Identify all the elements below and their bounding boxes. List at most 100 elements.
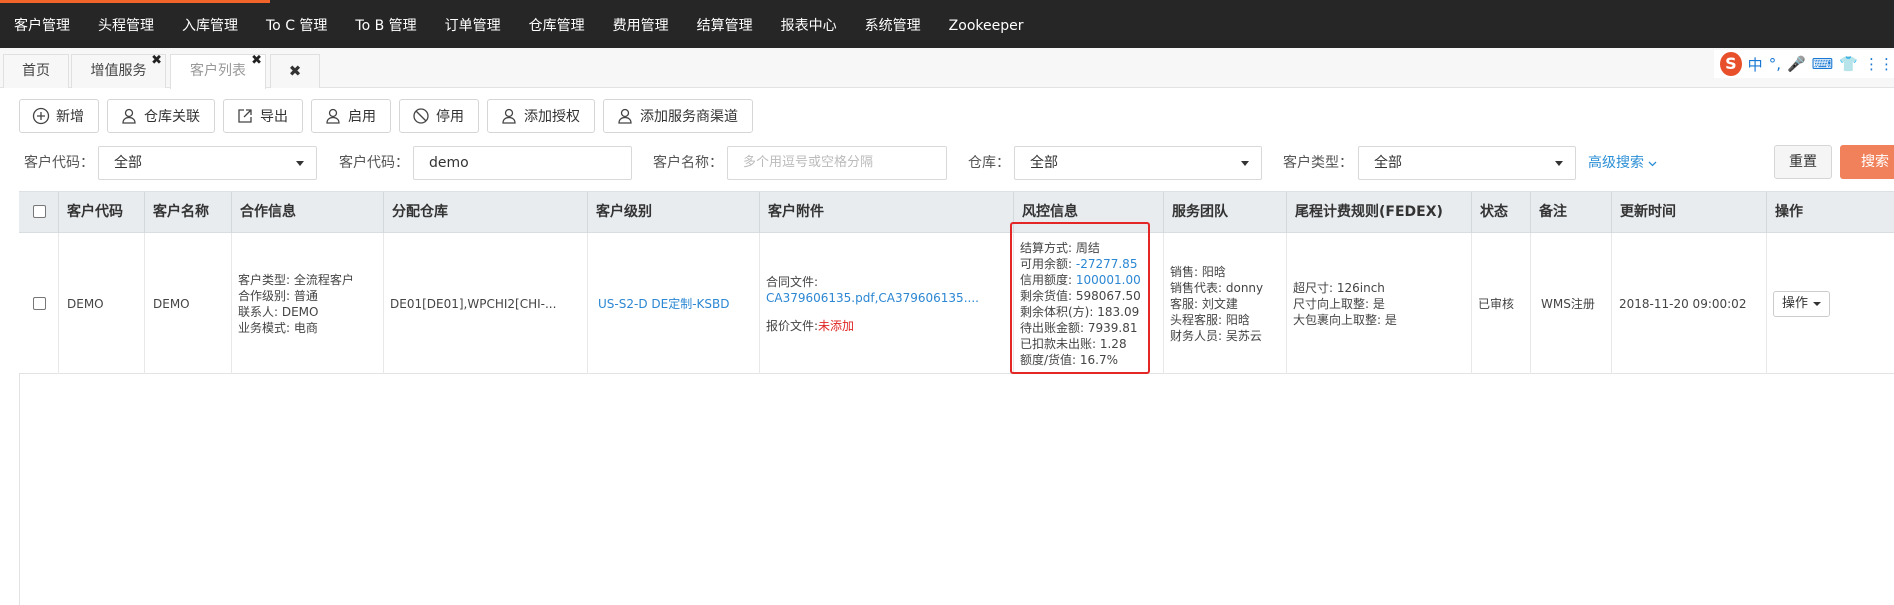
- risk-deducted: 已扣款未出账: 1.28: [1020, 336, 1127, 351]
- header-risk[interactable]: 风控信息: [1014, 192, 1164, 233]
- header-name[interactable]: 客户名称: [145, 192, 232, 233]
- risk-ratio: 额度/货值: 16.7%: [1020, 352, 1119, 367]
- ban-icon: [413, 108, 429, 124]
- team-cs: 客服: 刘文建: [1170, 296, 1238, 311]
- nav-item-1[interactable]: 头程管理: [84, 0, 168, 48]
- header-status[interactable]: 状态: [1472, 192, 1531, 233]
- add-auth-button[interactable]: 添加授权: [487, 99, 595, 133]
- plus-circle-icon: [32, 107, 50, 125]
- row-actions-dropdown[interactable]: 操作: [1773, 290, 1831, 317]
- cell-code-text: DEMO: [67, 296, 104, 311]
- cell-warehouse-text: DE01[DE01],WPCHI2[CHI-...: [390, 296, 557, 311]
- cell-name: DEMO: [145, 233, 232, 374]
- team-sales-rep: 销售代表: donny: [1170, 280, 1264, 295]
- advanced-search-link[interactable]: 高级搜索: [1588, 152, 1657, 172]
- cell-attachment: 合同文件: CA379606135.pdf,CA379606135.... 报价…: [760, 233, 1014, 374]
- nav-item-7[interactable]: 费用管理: [599, 0, 683, 48]
- nav-item-4[interactable]: To B 管理: [341, 0, 430, 48]
- ime-keyboard-icon[interactable]: ⌨: [1812, 55, 1834, 73]
- tab-home[interactable]: 首页: [3, 54, 69, 88]
- nav-item-5[interactable]: 订单管理: [431, 0, 515, 48]
- risk-credit-value[interactable]: 100001.00: [1076, 273, 1141, 287]
- tab-value-added[interactable]: 增值服务 ✖: [71, 53, 166, 88]
- header-code[interactable]: 客户代码: [59, 192, 145, 233]
- risk-volume: 剩余体积(方): 183.09: [1020, 304, 1140, 319]
- nav-item-2[interactable]: 入库管理: [168, 0, 252, 48]
- customer-type-select[interactable]: 全部: [1358, 146, 1576, 180]
- close-all-tabs-button[interactable]: ✖: [270, 54, 320, 88]
- ime-toolbar[interactable]: S 中 °, 🎤 ⌨ 👕 ⋮⋮: [1714, 50, 1894, 78]
- warehouse-link-button[interactable]: 仓库关联: [107, 99, 215, 133]
- reset-button[interactable]: 重置: [1774, 145, 1832, 179]
- customer-name-input[interactable]: 多个用逗号或空格分隔: [727, 146, 947, 180]
- cell-team: 销售: 阳晗 销售代表: donny 客服: 刘文建 头程客服: 阳晗 财务人员…: [1164, 233, 1287, 374]
- customer-code-input[interactable]: demo: [413, 146, 632, 180]
- tab-customer-list[interactable]: 客户列表 ✖: [170, 53, 266, 89]
- nav-item-3[interactable]: To C 管理: [252, 0, 341, 48]
- tab-value-added-label: 增值服务: [90, 63, 147, 79]
- select-all-checkbox[interactable]: [33, 205, 46, 218]
- team-finance: 财务人员: 吴苏云: [1170, 328, 1262, 343]
- table-row[interactable]: DEMO DEMO 客户类型: 全流程客户 合作级别: 普通 联系人: DEMO…: [19, 233, 1894, 374]
- nav-item-10[interactable]: 系统管理: [851, 0, 935, 48]
- ime-skin-icon[interactable]: 👕: [1839, 55, 1858, 73]
- nav-item-9[interactable]: 报表中心: [767, 0, 851, 48]
- cell-updated: 2018-11-20 09:00:02: [1612, 233, 1767, 374]
- nav-item-6[interactable]: 仓库管理: [515, 0, 599, 48]
- ime-grid-icon[interactable]: ⋮⋮: [1864, 55, 1894, 73]
- risk-available-label: 可用余额:: [1020, 256, 1076, 271]
- top-nav: 客户管理 头程管理 入库管理 To C 管理 To B 管理 订单管理 仓库管理 费用管理 结算…: [0, 0, 1894, 48]
- search-button[interactable]: 搜索: [1840, 145, 1894, 179]
- customer-type-select-value: 全部: [1374, 155, 1402, 171]
- warehouse-select[interactable]: 全部: [1014, 146, 1262, 180]
- add-channel-button[interactable]: 添加服务商渠道: [603, 99, 753, 133]
- header-warehouse[interactable]: 分配仓库: [384, 192, 588, 233]
- ime-punctuation-icon[interactable]: °,: [1769, 55, 1781, 73]
- risk-goods-value: 剩余货值: 598067.50: [1020, 288, 1141, 303]
- table-header: 客户代码 客户名称 合作信息 分配仓库 客户级别 客户附件 风控信息 服务团队 …: [19, 191, 1894, 233]
- team-first-leg-cs: 头程客服: 阳晗: [1170, 312, 1250, 327]
- header-contract[interactable]: 合作信息: [232, 192, 384, 233]
- sogou-logo-icon: S: [1720, 52, 1742, 76]
- contract-level: 合作级别: 普通: [238, 288, 318, 303]
- disable-label: 停用: [436, 109, 464, 125]
- user-icon: [502, 108, 516, 124]
- header-ops: 操作: [1775, 204, 1803, 220]
- risk-pending: 待出账金额: 7939.81: [1020, 320, 1138, 335]
- customer-name-placeholder: 多个用逗号或空格分隔: [743, 155, 874, 170]
- risk-settle-label: 结算方式:: [1020, 240, 1076, 255]
- add-button[interactable]: 新增: [19, 99, 99, 133]
- customer-code-input-value: demo: [429, 155, 469, 171]
- caret-down-icon: [1241, 161, 1249, 166]
- export-button[interactable]: 导出: [223, 99, 303, 133]
- customer-level-link[interactable]: US-S2-D DE定制-KSBD: [598, 296, 759, 312]
- header-updated[interactable]: 更新时间: [1612, 192, 1767, 233]
- ime-chinese-icon[interactable]: 中: [1748, 54, 1763, 75]
- row-checkbox[interactable]: [33, 297, 46, 310]
- nav-item-0[interactable]: 客户管理: [0, 0, 84, 48]
- close-icon[interactable]: ✖: [251, 53, 262, 69]
- header-tail-rule[interactable]: 尾程计费规则(FEDEX): [1287, 192, 1472, 233]
- contract-file-link[interactable]: CA379606135.pdf,CA379606135....: [766, 290, 1013, 306]
- header-attachment[interactable]: 客户附件: [760, 192, 1014, 233]
- cell-code: DEMO: [59, 233, 145, 374]
- header-team[interactable]: 服务团队: [1164, 192, 1287, 233]
- enable-label: 启用: [348, 109, 376, 125]
- tail-oversize: 超尺寸: 126inch: [1293, 280, 1385, 295]
- header-level[interactable]: 客户级别: [588, 192, 760, 233]
- add-channel-label: 添加服务商渠道: [640, 109, 738, 125]
- nav-item-8[interactable]: 结算管理: [683, 0, 767, 48]
- disable-button[interactable]: 停用: [399, 99, 479, 133]
- close-icon[interactable]: ✖: [151, 53, 162, 69]
- risk-available-value[interactable]: -27277.85: [1076, 257, 1138, 271]
- contract-type: 客户类型: 全流程客户: [238, 272, 354, 287]
- enable-button[interactable]: 启用: [311, 99, 391, 133]
- advanced-search-label: 高级搜索: [1588, 155, 1644, 171]
- action-toolbar: 新增 仓库关联 导出 启用 停用 添加授权 添加服务商渠道: [19, 99, 753, 135]
- ime-microphone-icon[interactable]: 🎤: [1787, 55, 1806, 73]
- nav-item-11[interactable]: Zookeeper: [935, 0, 1038, 48]
- customer-code-select[interactable]: 全部: [98, 146, 317, 180]
- cell-status: 已审核: [1472, 233, 1531, 374]
- header-remark[interactable]: 备注: [1531, 192, 1612, 233]
- row-actions-label: 操作: [1782, 295, 1809, 311]
